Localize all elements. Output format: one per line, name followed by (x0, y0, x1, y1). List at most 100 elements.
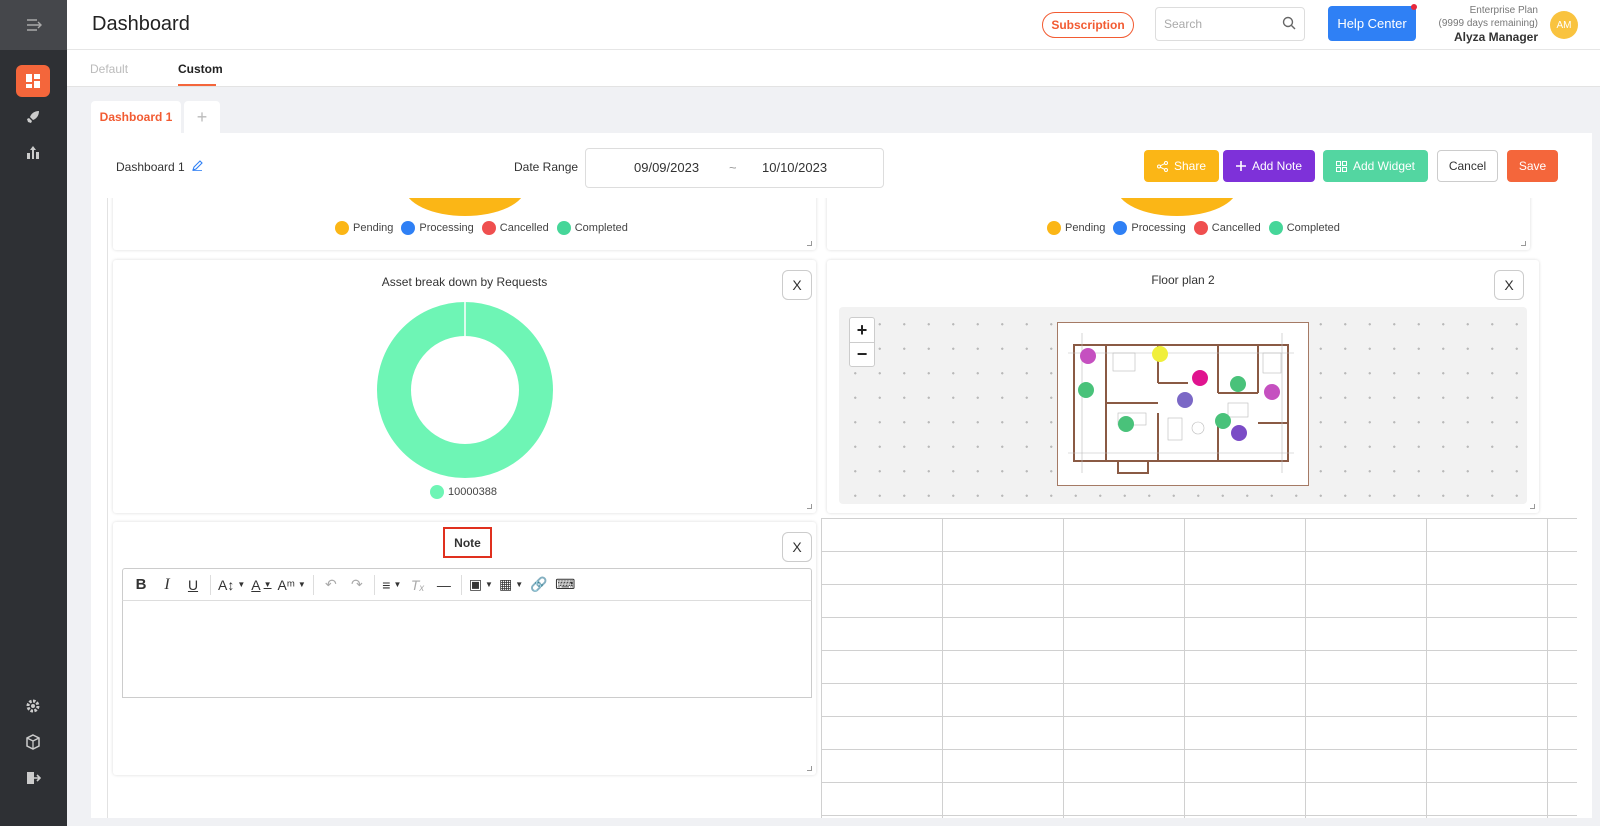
logout-icon (27, 772, 41, 784)
legend-item-processing[interactable]: Processing (1113, 221, 1186, 235)
legend-swatch (1268, 221, 1283, 235)
sidebar-item-launch[interactable] (16, 101, 50, 133)
sidebar-item-reports[interactable] (16, 137, 50, 169)
sidebar-item-dashboard[interactable] (16, 65, 50, 97)
redo-icon[interactable]: ↷ (345, 573, 369, 597)
search-box (1155, 7, 1305, 41)
toolbar-divider (210, 574, 211, 595)
share-button[interactable]: Share (1144, 150, 1219, 182)
sidebar-item-packages[interactable] (16, 726, 50, 758)
zoom-out-button[interactable]: − (850, 342, 874, 366)
chart-icon (27, 146, 39, 159)
page-title: Dashboard (92, 13, 190, 35)
search-icon[interactable] (1282, 16, 1296, 30)
legend-label: Pending (353, 222, 394, 234)
date-to[interactable]: 10/10/2023 (762, 160, 827, 175)
keyboard-icon[interactable]: ⌨ (553, 573, 577, 597)
legend-swatch (1193, 221, 1208, 235)
resize-handle[interactable] (1521, 241, 1526, 246)
sidebar-item-settings[interactable] (16, 690, 50, 722)
dashboard-icon (26, 74, 40, 88)
legend-item-pending[interactable]: Pending (1047, 221, 1105, 235)
close-widget-button[interactable]: X (782, 270, 812, 300)
close-widget-button[interactable]: X (1494, 270, 1524, 300)
link-icon[interactable]: 🔗 (527, 573, 551, 597)
status-widget-right[interactable]: Pending Processing Cancelled Completed (827, 198, 1530, 250)
font-size-icon[interactable]: A↕ ▼ (216, 573, 247, 597)
zoom-in-button[interactable]: + (850, 318, 874, 342)
date-range-picker[interactable]: 09/09/2023 ~ 10/10/2023 (585, 148, 884, 188)
legend-label: Cancelled (1211, 222, 1261, 234)
legend-item-cancelled[interactable]: Cancelled (481, 221, 549, 235)
align-icon[interactable]: ≡ ▼ (380, 573, 404, 597)
legend-item-completed[interactable]: Completed (556, 221, 628, 235)
undo-icon[interactable]: ↶ (319, 573, 343, 597)
user-name[interactable]: Alyza Manager (1439, 31, 1538, 44)
menu-collapse-icon (26, 19, 42, 31)
legend-item-pending[interactable]: Pending (335, 221, 393, 235)
widget-grid: Pending Processing Cancelled Completed P… (107, 198, 1577, 818)
sidebar-item-logout[interactable] (16, 762, 50, 794)
date-from[interactable]: 09/09/2023 (634, 160, 699, 175)
legend-swatch (430, 485, 444, 499)
donut-slice-10000388[interactable] (377, 302, 553, 478)
font-family-icon[interactable]: Aᵐ ▼ (276, 573, 308, 597)
plan-info: Enterprise Plan (9999 days remaining) Al… (1439, 4, 1539, 44)
note-editor[interactable] (122, 600, 812, 698)
subscription-button[interactable]: Subscription (1042, 12, 1134, 38)
table-icon[interactable]: ▦ ▼ (497, 573, 525, 597)
underline-icon[interactable]: U (181, 573, 205, 597)
italic-icon[interactable]: I (155, 573, 179, 597)
bold-icon[interactable]: B (129, 573, 153, 597)
resize-handle[interactable] (1530, 504, 1535, 509)
resize-handle[interactable] (807, 241, 812, 246)
dashboard-panel: Dashboard 1 Date Range 09/09/2023 ~ 10/1… (91, 133, 1592, 818)
legend-label: Processing (419, 222, 474, 234)
add-note-label: Add Note (1251, 159, 1303, 173)
tab-custom[interactable]: Custom (178, 62, 223, 76)
horizontal-rule-icon[interactable]: — (432, 573, 456, 597)
legend-label: Completed (574, 222, 628, 234)
status-pie-partial (1121, 198, 1233, 216)
legend-label: Cancelled (499, 222, 549, 234)
status-legend-right: Pending Processing Cancelled Completed (1047, 221, 1340, 235)
legend-item-processing[interactable]: Processing (401, 221, 474, 235)
search-input[interactable] (1164, 8, 1274, 40)
tab-default[interactable]: Default (90, 62, 128, 76)
plus-icon (1235, 161, 1246, 171)
resize-handle[interactable] (807, 504, 812, 509)
clear-format-icon[interactable]: Tₓ (406, 573, 430, 597)
save-button[interactable]: Save (1507, 150, 1558, 182)
note-widget[interactable]: Note X B I U A↕ ▼ A ▼ Aᵐ ▼ ↶ ↷ ≡ ▼ Tₓ — ▣ ▼ ▦… (113, 522, 816, 775)
share-icon (1156, 160, 1168, 172)
font-color-icon[interactable]: A ▼ (249, 573, 273, 597)
add-widget-button[interactable]: Add Widget (1323, 150, 1428, 182)
help-center-button[interactable]: Help Center (1328, 6, 1416, 41)
close-widget-button[interactable]: X (782, 532, 812, 562)
dashboard-name: Dashboard 1 (116, 160, 203, 174)
floor-plan-widget[interactable]: Floor plan 2 X + − (827, 260, 1539, 513)
avatar[interactable]: AM (1550, 11, 1578, 39)
image-icon[interactable]: ▣ ▼ (467, 573, 495, 597)
asset-donut-chart (377, 302, 553, 478)
legend-item-cancelled[interactable]: Cancelled (1193, 221, 1261, 235)
box-icon (26, 734, 40, 750)
floor-plan-canvas[interactable]: + − (839, 307, 1527, 504)
tab-dashboard-1[interactable]: Dashboard 1 (91, 101, 181, 133)
note-title: Note (443, 527, 492, 558)
status-widget-left[interactable]: Pending Processing Cancelled Completed (113, 198, 816, 250)
add-note-button[interactable]: Add Note (1223, 150, 1315, 182)
legend-swatch (335, 221, 349, 235)
asset-breakdown-widget[interactable]: Asset break down by Requests X 10000388 (113, 260, 816, 513)
sidebar-collapse-button[interactable] (0, 0, 67, 50)
add-dashboard-tab-button[interactable]: + (184, 101, 220, 133)
toolbar-divider (312, 574, 314, 595)
legend-item-completed[interactable]: Completed (1268, 221, 1340, 235)
rocket-icon (27, 111, 39, 123)
legend-item-asset[interactable]: 10000388 (430, 485, 497, 499)
edit-pencil-icon[interactable] (192, 160, 203, 171)
resize-handle[interactable] (807, 766, 812, 771)
cancel-button[interactable]: Cancel (1437, 150, 1498, 182)
legend-label: Completed (1286, 222, 1340, 234)
dashboard-name-text: Dashboard 1 (116, 160, 185, 174)
